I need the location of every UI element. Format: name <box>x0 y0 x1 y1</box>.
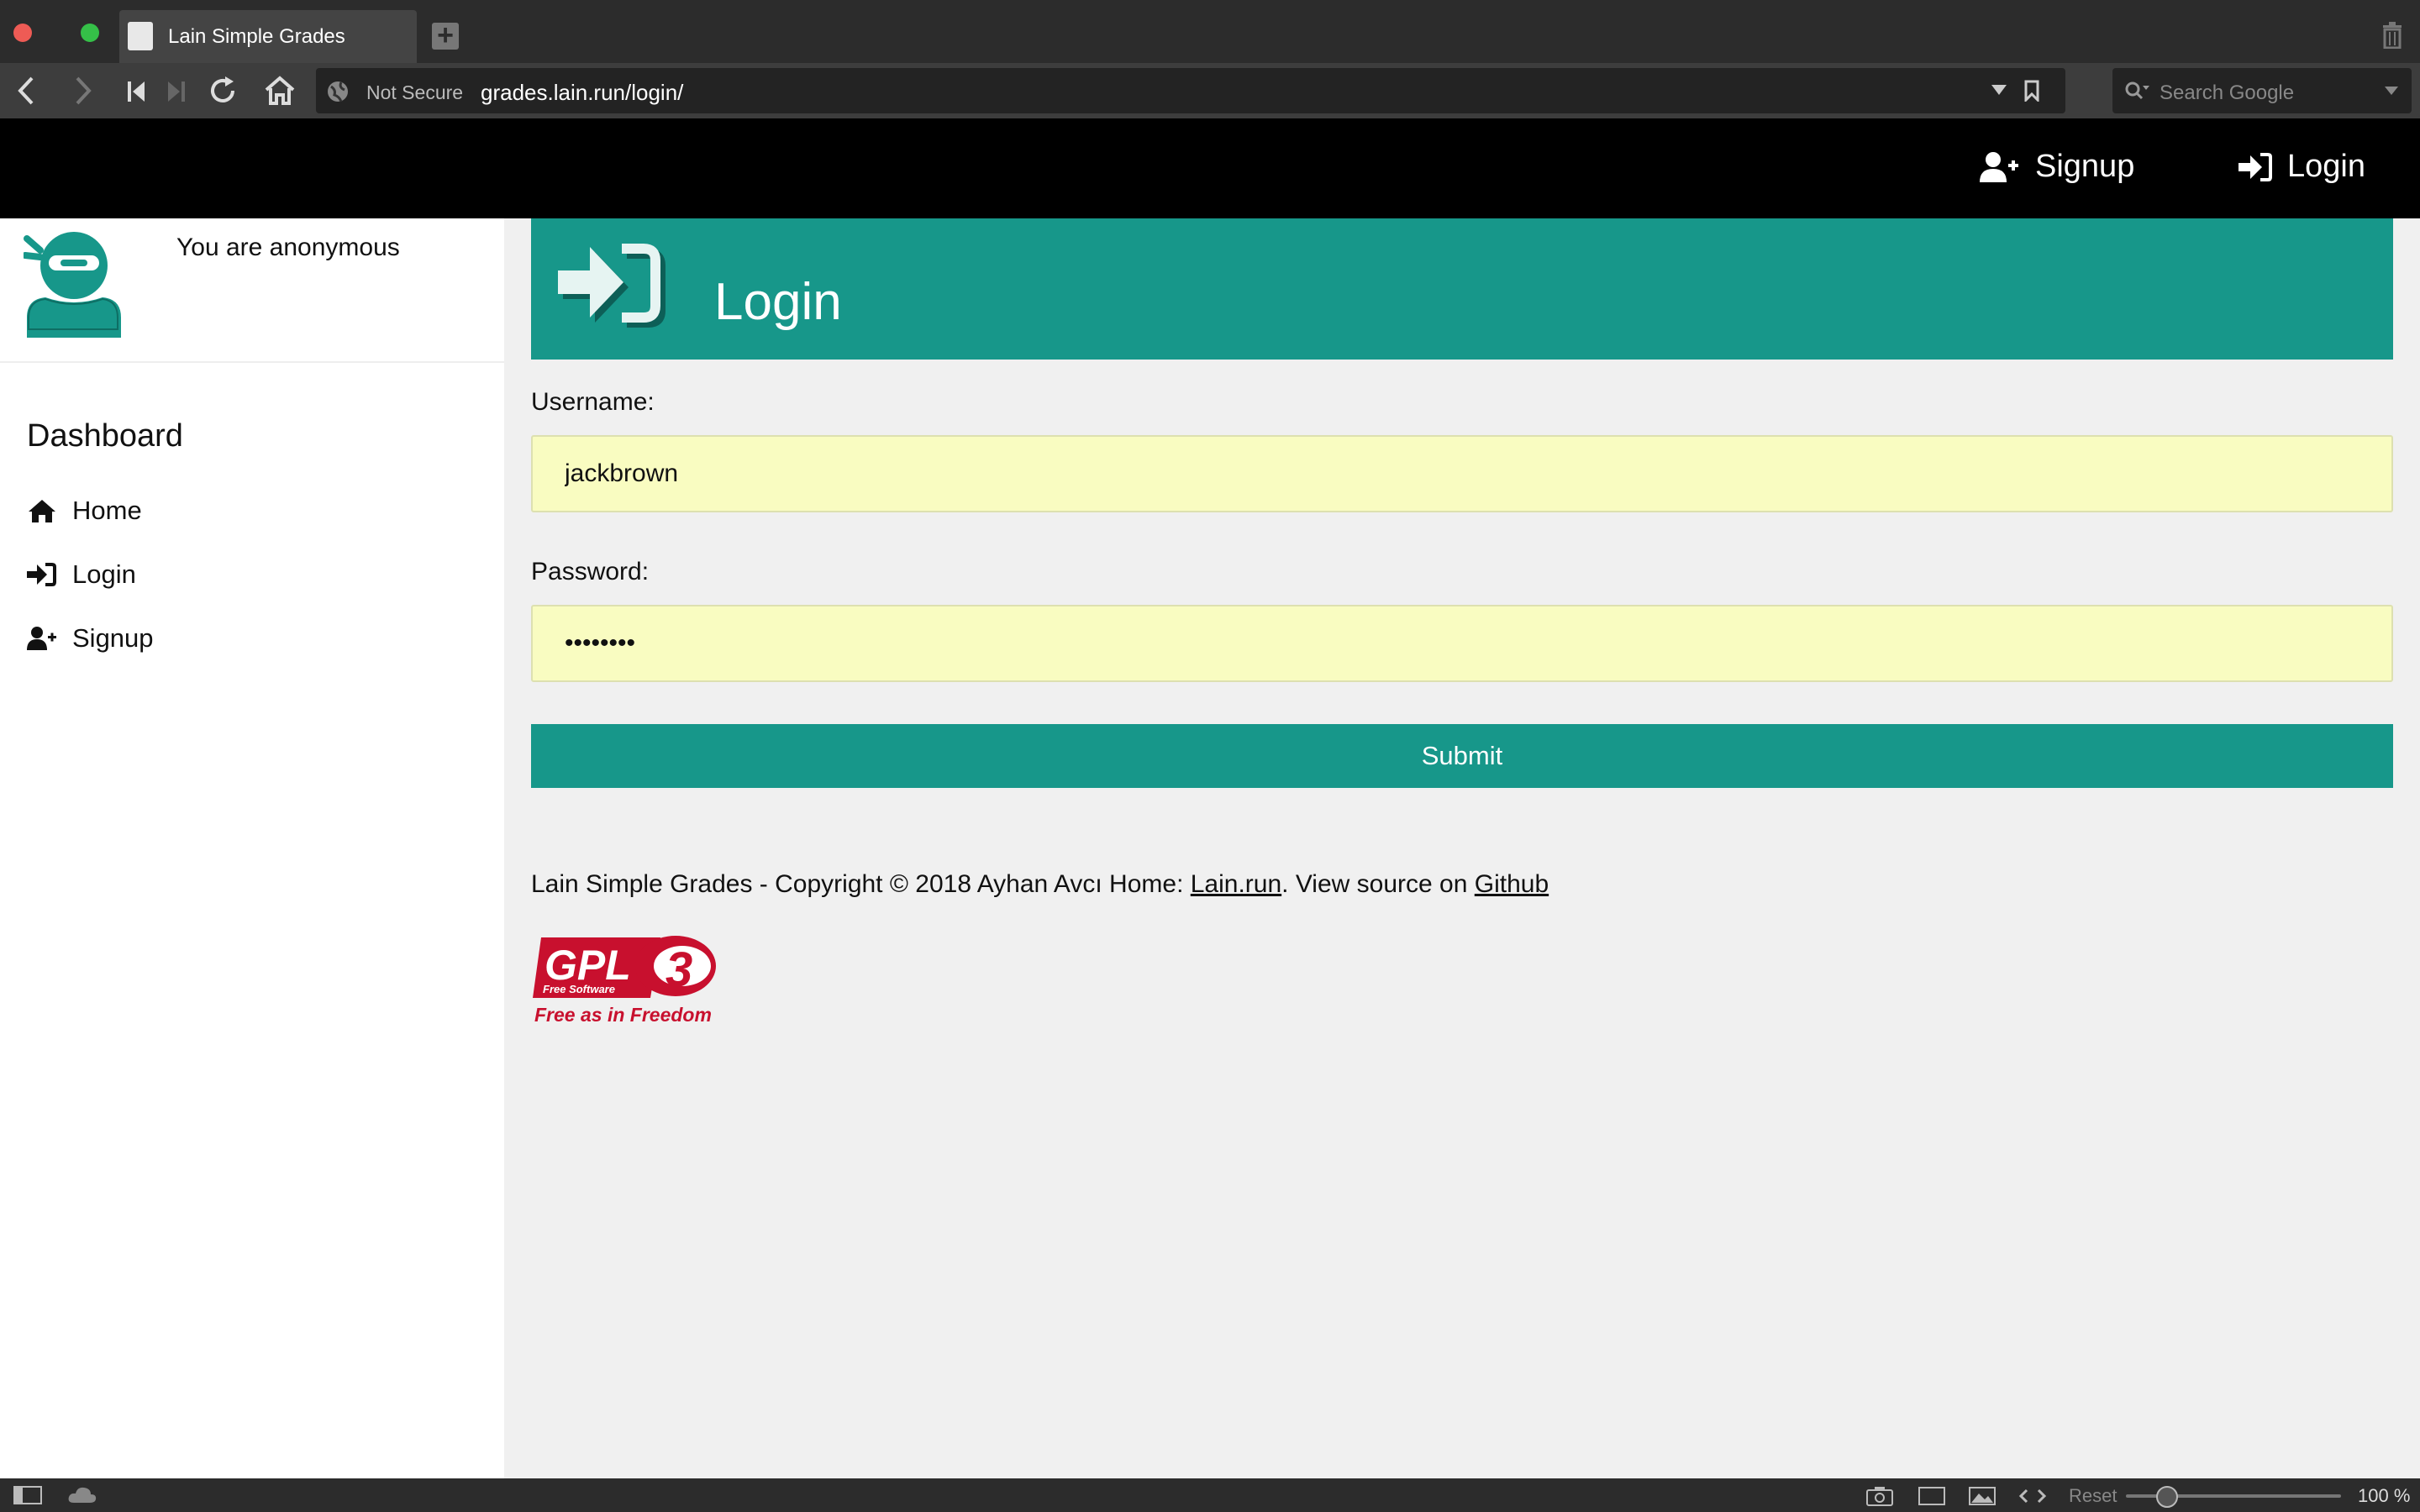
password-input[interactable] <box>531 605 2393 682</box>
image-icon[interactable] <box>1968 1486 1996 1506</box>
search-icon <box>2124 81 2151 101</box>
github-link[interactable]: Github <box>1475 870 1549 898</box>
username-input[interactable] <box>531 435 2393 512</box>
security-label: Not Secure <box>366 81 464 103</box>
gpl-text: GPL <box>544 942 631 989</box>
chevron-down-icon[interactable] <box>1991 85 2007 95</box>
search-placeholder: Search Google <box>2160 81 2295 104</box>
sidebar-item-home[interactable]: Home <box>27 496 142 526</box>
gpl-motto: Free as in Freedom <box>534 1004 712 1026</box>
svg-text:3: 3 <box>666 942 692 997</box>
home-browser-icon[interactable] <box>264 75 296 107</box>
trash-icon[interactable] <box>2381 22 2403 49</box>
address-bar[interactable]: Not Secure grades.lain.run/login/ <box>316 68 2065 113</box>
sign-in-icon <box>556 242 666 329</box>
header-login-label: Login <box>2287 149 2365 184</box>
password-label: Password: <box>531 558 650 585</box>
back-icon[interactable] <box>15 75 37 107</box>
header-login-link[interactable]: Login <box>2238 149 2365 185</box>
new-tab-button[interactable]: + <box>432 21 459 50</box>
browser-nav-bar: Not Secure grades.lain.run/login/ Search… <box>0 63 2420 118</box>
chevron-down-icon[interactable] <box>2385 87 2398 95</box>
user-plus-icon <box>1980 150 2020 184</box>
browser-tab-bar: Lain Simple Grades + <box>0 0 2420 63</box>
forward-icon[interactable] <box>72 75 94 107</box>
window-icon[interactable] <box>1918 1486 1946 1506</box>
zoom-level: 100 % <box>2358 1485 2411 1506</box>
free-software-text: Free Software <box>543 983 615 995</box>
username-label: Username: <box>531 388 655 416</box>
sidebar-item-label: Login <box>72 559 136 589</box>
zoom-reset-button[interactable]: Reset <box>2069 1485 2117 1507</box>
page-title-banner: Login <box>531 218 2393 360</box>
fast-forward-icon[interactable] <box>166 80 187 103</box>
zoom-slider-handle[interactable] <box>2156 1486 2178 1508</box>
url-text[interactable]: grades.lain.run/login/ <box>481 80 683 106</box>
zoom-window-button[interactable] <box>81 24 99 42</box>
tab-title: Lain Simple Grades <box>168 25 345 48</box>
home-icon <box>27 498 57 523</box>
footer-text: Lain Simple Grades - Copyright © 2018 Ay… <box>531 870 1549 899</box>
reload-icon[interactable] <box>207 75 239 107</box>
submit-button[interactable]: Submit <box>531 724 2393 788</box>
globe-icon <box>326 80 350 103</box>
sidebar-section-title: Dashboard <box>27 418 183 454</box>
home-link[interactable]: Lain.run <box>1191 870 1281 898</box>
panel-toggle-icon[interactable] <box>13 1486 42 1504</box>
sign-in-icon <box>2238 152 2272 182</box>
sidebar-item-login[interactable]: Login <box>27 559 136 590</box>
site-header: Signup Login <box>0 118 2420 218</box>
sidebar-item-label: Signup <box>72 623 154 653</box>
user-plus-icon <box>27 626 57 651</box>
footer-middle-text: . View source on <box>1281 870 1475 898</box>
sidebar: You are anonymous Dashboard Home Login S… <box>0 218 504 1478</box>
browser-tab-active[interactable]: Lain Simple Grades <box>119 10 417 63</box>
header-signup-link[interactable]: Signup <box>1980 149 2134 185</box>
rewind-icon[interactable] <box>126 80 146 103</box>
sign-in-icon <box>27 562 57 587</box>
gpl-v3-logo[interactable]: GPL Free Software 3 Free as in Freedom <box>533 932 718 1030</box>
search-bar[interactable]: Search Google <box>2112 68 2412 113</box>
footer-copyright: Lain Simple Grades - Copyright © 2018 Ay… <box>531 870 1191 898</box>
bookmark-icon[interactable] <box>2023 80 2040 102</box>
page-title: Login <box>714 273 842 331</box>
user-status-text: You are anonymous <box>176 234 400 261</box>
browser-status-bar: Reset 100 % <box>0 1478 2420 1512</box>
sidebar-item-label: Home <box>72 496 142 525</box>
camera-icon[interactable] <box>1865 1486 1894 1506</box>
anonymous-user-avatar-icon <box>24 223 121 338</box>
close-window-button[interactable] <box>13 24 32 42</box>
sidebar-divider <box>0 361 504 363</box>
cloud-sync-icon[interactable] <box>67 1486 97 1504</box>
clipboard-icon <box>128 22 153 50</box>
code-icon[interactable] <box>2018 1486 2047 1506</box>
header-signup-label: Signup <box>2035 149 2135 184</box>
sidebar-item-signup[interactable]: Signup <box>27 623 154 654</box>
